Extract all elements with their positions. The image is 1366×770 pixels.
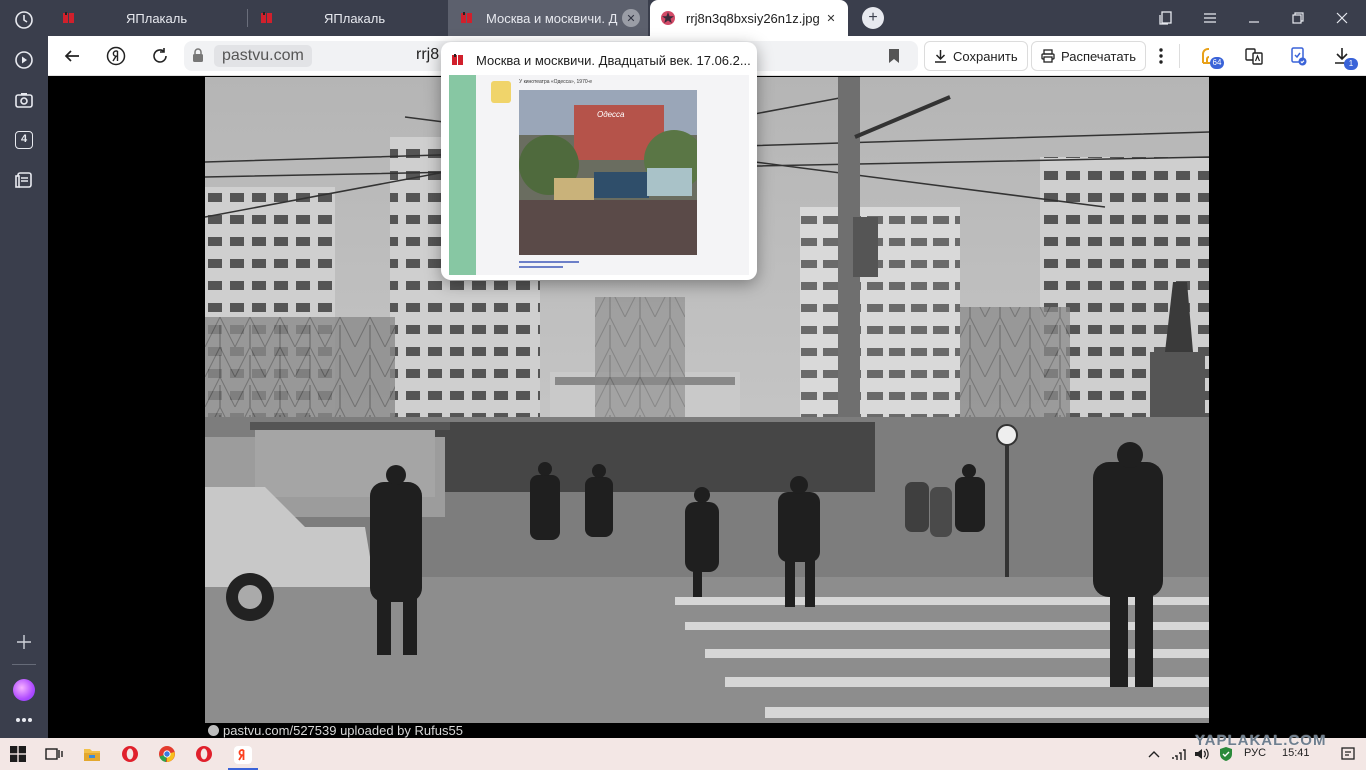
save-button[interactable]: Сохранить bbox=[924, 41, 1028, 71]
download-icon bbox=[935, 50, 946, 63]
history-icon[interactable] bbox=[8, 4, 40, 36]
yaplakal-favicon-icon bbox=[461, 12, 472, 23]
print-button-label: Распечатать bbox=[1061, 48, 1137, 64]
tab-divider bbox=[247, 9, 248, 27]
add-panel-icon[interactable] bbox=[8, 626, 40, 658]
back-arrow-icon[interactable] bbox=[58, 42, 86, 70]
printer-icon bbox=[1041, 49, 1055, 63]
chrome-icon[interactable] bbox=[155, 742, 179, 766]
preview-header: Москва и москвичи. Двадцатый век. 17.06.… bbox=[451, 50, 751, 70]
tab-yaplakal-2[interactable]: ЯПлакаль bbox=[256, 0, 448, 36]
preview-title: Москва и москвичи. Двадцатый век. 17.06.… bbox=[476, 52, 751, 68]
new-tab-icon[interactable]: + bbox=[862, 7, 884, 29]
downloads-icon[interactable]: 1 bbox=[1328, 42, 1358, 70]
yaplakal-favicon-icon bbox=[63, 12, 74, 23]
wifi-icon[interactable] bbox=[1166, 742, 1190, 766]
save-button-label: Сохранить bbox=[953, 48, 1018, 64]
preview-thumbnail: У кинотеатра «Одесса», 1970-е Одесса bbox=[449, 75, 749, 275]
screenshot-icon[interactable] bbox=[8, 84, 40, 116]
alice-assistant-icon[interactable] bbox=[8, 674, 40, 706]
thumb-avatar bbox=[491, 81, 511, 103]
yaplakal-favicon-icon bbox=[452, 54, 463, 65]
photo-caption-text: pastvu.com/527539 uploaded by Rufus55 bbox=[223, 723, 463, 738]
yaplakal-watermark: YAPLAKAL.COM bbox=[1195, 732, 1327, 749]
tab-manager-icon[interactable] bbox=[1146, 0, 1186, 36]
tab-strip: ЯПлакаль ЯПлакаль Москва и москвичи. Д ✕… bbox=[48, 0, 1366, 36]
minimize-icon[interactable] bbox=[1234, 0, 1274, 36]
tab-title: Москва и москвичи. Д bbox=[486, 10, 618, 26]
media-play-icon[interactable] bbox=[8, 44, 40, 76]
opera-gx-icon[interactable] bbox=[192, 742, 216, 766]
bookmark-icon[interactable] bbox=[888, 48, 900, 69]
yandex-browser-taskbar-icon[interactable] bbox=[228, 742, 258, 770]
lock-icon bbox=[192, 48, 204, 68]
thumb-sign-text: Одесса bbox=[597, 110, 625, 119]
collections-icon[interactable] bbox=[8, 164, 40, 196]
more-vertical-icon[interactable] bbox=[1147, 42, 1175, 70]
tab-title: ЯПлакаль bbox=[126, 10, 188, 26]
address-page-title: rrj8 bbox=[416, 46, 440, 63]
yaplakal-favicon-icon bbox=[261, 12, 272, 23]
tab-title: rrj8n3q8bxsiy26n1z.jpg bbox=[686, 10, 820, 26]
reload-icon[interactable] bbox=[146, 42, 174, 70]
task-view-icon[interactable] bbox=[42, 742, 66, 766]
yandex-logo-icon[interactable] bbox=[102, 42, 130, 70]
close-tab-icon[interactable]: ✕ bbox=[622, 9, 640, 27]
print-button[interactable]: Распечатать bbox=[1031, 41, 1147, 71]
cashback-icon[interactable]: 64 bbox=[1196, 42, 1224, 70]
windows-start-icon[interactable] bbox=[6, 742, 30, 766]
close-window-icon[interactable] bbox=[1322, 0, 1362, 36]
browser-window: 4 ЯПлакаль ЯПлакаль Москва и москвичи. Д bbox=[0, 0, 1366, 770]
sidebar-divider bbox=[12, 664, 36, 665]
tab-yaplakal-1[interactable]: ЯПлакаль bbox=[58, 0, 248, 36]
tabs-counter-icon[interactable]: 4 bbox=[8, 124, 40, 156]
pastvu-logo-icon bbox=[208, 725, 219, 736]
translate-icon[interactable] bbox=[1240, 42, 1268, 70]
tray-chevron-up-icon[interactable] bbox=[1142, 742, 1166, 766]
thumb-post-image: Одесса bbox=[519, 90, 697, 255]
windows-taskbar: РУС 15:41 bbox=[0, 738, 1366, 770]
thumb-link-line bbox=[519, 261, 579, 263]
photo-caption: pastvu.com/527539 uploaded by Rufus55 bbox=[205, 723, 1209, 738]
cashback-badge: 64 bbox=[1210, 57, 1224, 69]
thumb-link-line bbox=[519, 266, 563, 268]
protect-extension-icon[interactable] bbox=[1284, 42, 1312, 70]
tab-image-active[interactable]: rrj8n3q8bxsiy26n1z.jpg bbox=[650, 0, 848, 36]
tab-hover-preview[interactable]: Москва и москвичи. Двадцатый век. 17.06.… bbox=[441, 42, 757, 280]
tab-moscow[interactable]: Москва и москвичи. Д bbox=[448, 0, 648, 36]
tab-title: ЯПлакаль bbox=[324, 10, 386, 26]
close-tab-icon[interactable]: ✕ bbox=[822, 9, 840, 27]
toolbar-divider bbox=[1179, 44, 1180, 68]
opera-icon[interactable] bbox=[118, 742, 142, 766]
more-dots-icon[interactable] bbox=[8, 704, 40, 736]
downloads-badge: 1 bbox=[1344, 58, 1358, 70]
left-sidebar: 4 bbox=[0, 0, 48, 738]
thumb-post-caption: У кинотеатра «Одесса», 1970-е bbox=[519, 79, 593, 85]
address-domain[interactable]: pastvu.com bbox=[214, 45, 312, 67]
pastvu-favicon-icon bbox=[661, 11, 675, 25]
thumb-side-strip bbox=[449, 75, 476, 275]
tabs-counter: 4 bbox=[15, 131, 33, 149]
file-explorer-icon[interactable] bbox=[80, 742, 104, 766]
menu-hamburger-icon[interactable] bbox=[1190, 0, 1230, 36]
restore-icon[interactable] bbox=[1278, 0, 1318, 36]
